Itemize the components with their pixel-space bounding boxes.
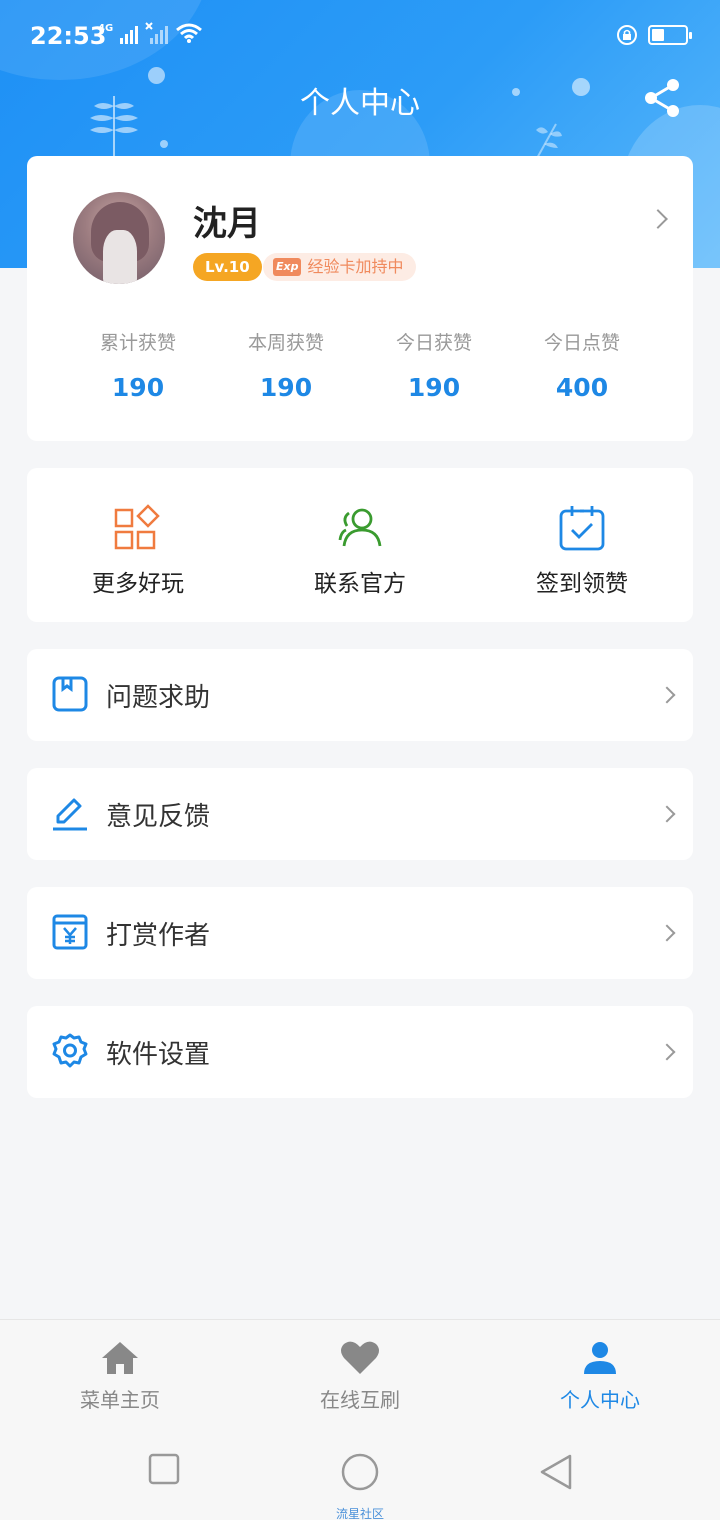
signal-off-icon bbox=[145, 22, 169, 44]
tool-label: 更多好玩 bbox=[92, 571, 184, 597]
menu-item-settings[interactable]: 软件设置 bbox=[27, 1006, 693, 1098]
user-name: 沈月 bbox=[193, 204, 261, 244]
watermark: 流星社区 bbox=[335, 1507, 384, 1520]
user-icon bbox=[584, 1342, 616, 1374]
wifi-icon bbox=[176, 23, 203, 43]
tab-bar: 菜单主页 在线互刷 个人中心 bbox=[0, 1319, 720, 1425]
status-time: 22:53 bbox=[30, 22, 107, 50]
profile-card[interactable]: 沈月 Lv.10 Exp 经验卡加持中 累计获赞 190 本周获赞 190 今日… bbox=[27, 156, 693, 441]
menu-item-help[interactable]: 问题求助 bbox=[27, 649, 693, 741]
menu-label: 打赏作者 bbox=[106, 921, 211, 951]
home-button[interactable] bbox=[340, 1453, 380, 1491]
tab-label: 个人中心 bbox=[560, 1388, 640, 1412]
yen-icon bbox=[52, 914, 88, 950]
home-icon bbox=[102, 1342, 138, 1374]
tab-home[interactable]: 菜单主页 bbox=[0, 1320, 240, 1426]
help-book-icon bbox=[52, 676, 88, 712]
exp-icon: Exp bbox=[273, 258, 302, 276]
heart-icon bbox=[341, 1341, 379, 1374]
level-badge: Lv.10 bbox=[193, 253, 262, 281]
leaf-decoration-small bbox=[535, 123, 562, 160]
stat-today-received: 今日获赞 190 bbox=[360, 328, 508, 402]
page-title: 个人中心 bbox=[300, 86, 420, 121]
tool-more-fun[interactable]: 更多好玩 bbox=[27, 468, 249, 622]
stat-total-likes: 累计获赞 190 bbox=[64, 328, 212, 402]
status-bar: 22:53 4G bbox=[0, 0, 720, 72]
gear-icon bbox=[52, 1033, 88, 1068]
chevron-right-icon bbox=[658, 1043, 676, 1061]
stat-label: 今日获赞 bbox=[395, 332, 472, 354]
avatar[interactable] bbox=[73, 192, 165, 284]
users-icon bbox=[338, 508, 382, 547]
stat-week-likes: 本周获赞 190 bbox=[212, 328, 360, 402]
stat-value: 190 bbox=[407, 373, 461, 402]
tool-label: 签到领赞 bbox=[536, 571, 628, 597]
chevron-right-icon bbox=[658, 805, 676, 823]
back-button[interactable] bbox=[538, 1453, 574, 1491]
stat-label: 累计获赞 bbox=[99, 332, 176, 354]
stats-row: 累计获赞 190 本周获赞 190 今日获赞 190 今日点赞 400 bbox=[27, 328, 693, 402]
chevron-right-icon bbox=[658, 686, 676, 704]
tool-checkin[interactable]: 签到领赞 bbox=[471, 468, 693, 622]
signal-icon bbox=[120, 26, 139, 44]
battery-icon bbox=[648, 25, 692, 45]
stat-value: 190 bbox=[259, 373, 313, 402]
network-type: 4G bbox=[98, 23, 114, 34]
status-right bbox=[616, 24, 692, 46]
tools-card: 更多好玩 联系官方 签到领赞 bbox=[27, 468, 693, 622]
tool-label: 联系官方 bbox=[314, 571, 406, 597]
stat-label: 今日点赞 bbox=[543, 332, 620, 354]
tool-contact-official[interactable]: 联系官方 bbox=[249, 468, 471, 622]
tab-label: 菜单主页 bbox=[80, 1388, 160, 1412]
share-icon[interactable] bbox=[640, 76, 684, 120]
exp-card-badge: Exp 经验卡加持中 bbox=[263, 253, 416, 281]
stat-label: 本周获赞 bbox=[247, 332, 324, 354]
stat-value: 400 bbox=[555, 373, 609, 402]
stat-today-given: 今日点赞 400 bbox=[508, 328, 656, 402]
edit-pen-icon bbox=[53, 798, 87, 831]
chevron-right-icon bbox=[658, 924, 676, 942]
tab-label: 在线互刷 bbox=[320, 1388, 400, 1412]
menu-label: 问题求助 bbox=[106, 683, 211, 713]
tab-online[interactable]: 在线互刷 bbox=[240, 1320, 480, 1426]
exp-status-text: 经验卡加持中 bbox=[307, 257, 404, 276]
calendar-check-icon bbox=[559, 506, 605, 551]
grid-diamond-icon bbox=[114, 504, 160, 550]
tab-profile[interactable]: 个人中心 bbox=[480, 1320, 720, 1426]
status-icons: 4G bbox=[98, 22, 203, 44]
menu-item-reward[interactable]: 打赏作者 bbox=[27, 887, 693, 979]
rotation-lock-icon bbox=[617, 25, 637, 45]
stat-value: 190 bbox=[111, 373, 165, 402]
menu-label: 意见反馈 bbox=[106, 802, 211, 832]
menu-label: 软件设置 bbox=[106, 1040, 211, 1070]
chevron-right-icon[interactable] bbox=[648, 209, 668, 229]
menu-item-feedback[interactable]: 意见反馈 bbox=[27, 768, 693, 860]
recent-apps-button[interactable] bbox=[148, 1453, 180, 1485]
